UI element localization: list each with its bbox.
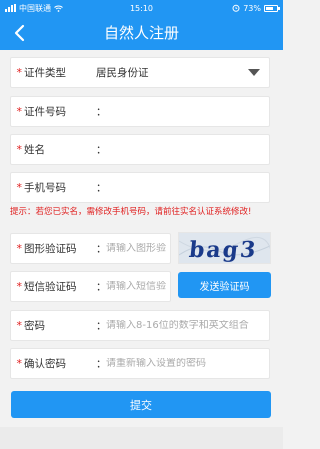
signal-icon (5, 4, 16, 12)
name-input[interactable] (106, 144, 269, 155)
carrier-label: 中国联通 (19, 3, 51, 13)
battery-icon (264, 4, 280, 12)
battery-percent: 73% (243, 3, 261, 13)
id-number-label: 证件号码 (24, 106, 66, 118)
colon: ： (96, 281, 107, 293)
captcha-field[interactable]: * 图形验证码 ： (10, 233, 171, 264)
alarm-icon (232, 4, 240, 12)
bottom-bar (0, 427, 283, 449)
required-mark: * (16, 66, 23, 79)
id-number-input[interactable] (106, 106, 269, 117)
colon: ： (96, 320, 107, 332)
status-bar: 中国联通 15:10 73% (0, 0, 283, 16)
colon: ： (96, 106, 107, 118)
id-type-label: 证件类型 (24, 67, 66, 79)
sms-code-input[interactable] (106, 281, 170, 292)
required-mark: * (16, 143, 23, 156)
password-label: 密码 (24, 320, 45, 332)
required-mark: * (16, 242, 23, 255)
required-mark: * (16, 357, 23, 370)
confirm-password-input[interactable] (106, 358, 269, 369)
colon: ： (96, 358, 107, 370)
required-mark: * (16, 181, 23, 194)
required-mark: * (16, 280, 23, 293)
captcha-label: 图形验证码 (24, 243, 77, 255)
submit-button[interactable]: 提交 (11, 391, 271, 418)
nav-bar: 自然人注册 (0, 16, 283, 50)
phone-field[interactable]: * 手机号码 ： (10, 172, 270, 203)
captcha-image[interactable]: bag3 (178, 232, 271, 264)
colon: ： (96, 144, 107, 156)
page-title: 自然人注册 (103, 24, 179, 42)
phone-tip: 提示：若您已实名，需修改手机号码，请前往实名认证系统修改! (10, 207, 252, 217)
password-field[interactable]: * 密码 ： (10, 310, 270, 341)
name-label: 姓名 (24, 144, 45, 156)
colon: ： (96, 243, 107, 255)
captcha-input[interactable] (106, 243, 170, 254)
id-type-select[interactable]: * 证件类型 居民身份证 (10, 57, 270, 88)
confirm-password-field[interactable]: * 确认密码 ： (10, 348, 270, 379)
captcha-text: bag3 (188, 237, 259, 263)
confirm-password-label: 确认密码 (24, 358, 66, 370)
required-mark: * (16, 105, 23, 118)
phone-label: 手机号码 (24, 182, 66, 194)
name-field[interactable]: * 姓名 ： (10, 134, 270, 165)
id-type-value: 居民身份证 (96, 67, 149, 79)
phone-input[interactable] (106, 182, 269, 193)
sms-code-field[interactable]: * 短信验证码 ： (10, 271, 171, 302)
id-number-field[interactable]: * 证件号码 ： (10, 96, 270, 127)
colon: ： (96, 182, 107, 194)
sms-code-label: 短信验证码 (24, 281, 77, 293)
password-input[interactable] (106, 320, 269, 331)
required-mark: * (16, 319, 23, 332)
send-code-button[interactable]: 发送验证码 (178, 272, 271, 298)
dropdown-arrow-icon[interactable] (248, 69, 260, 76)
wifi-icon (54, 5, 63, 12)
